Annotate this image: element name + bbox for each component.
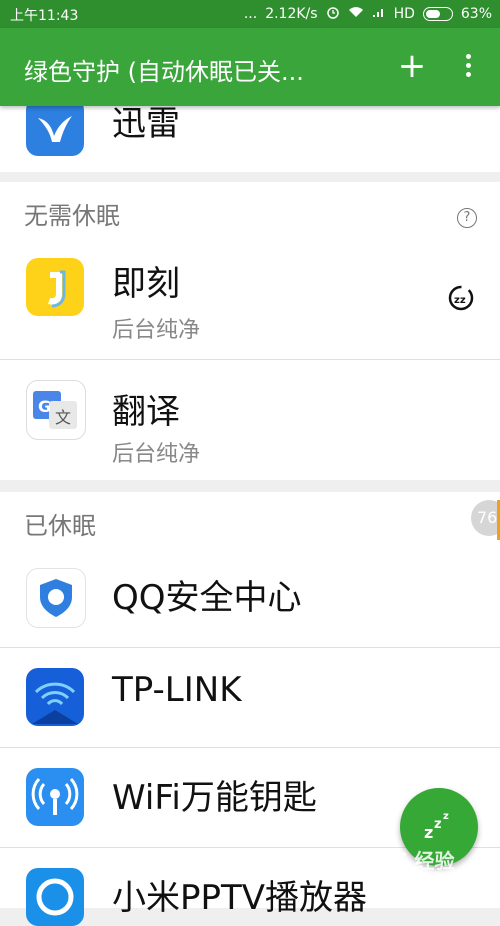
section-title-hibernated: 已休眠 <box>24 512 96 540</box>
app-name: 翻译 <box>112 392 180 432</box>
app-toolbar: 绿色守护 (自动休眠已关... + <box>0 28 500 106</box>
list-item[interactable]: QQ安全中心 <box>0 548 500 648</box>
wifi-icon <box>348 6 364 22</box>
wifi-key-icon <box>26 768 84 826</box>
status-dots: ... <box>243 6 258 22</box>
status-bar: 上午11:43 ... 2.12K/s HD 63% <box>0 0 500 28</box>
battery-icon <box>422 7 453 21</box>
svg-text:z: z <box>434 817 442 832</box>
section-title-no-sleep: 无需休眠 <box>24 202 120 230</box>
section-no-sleep: 无需休眠 ? 即刻 后台纯净 zz G文 翻译 后台纯净 <box>0 182 500 480</box>
list-item[interactable]: G文 翻译 后台纯净 <box>0 360 500 480</box>
network-speed: 2.12K/s <box>265 6 318 22</box>
list-item[interactable]: TP-LINK <box>0 648 500 748</box>
app-name: 即刻 <box>112 264 180 304</box>
svg-text:zz: zz <box>454 295 466 306</box>
app-status: 后台纯净 <box>112 318 201 343</box>
app-name: 小米PPTV播放器 <box>112 878 368 918</box>
app-name: WiFi万能钥匙 <box>112 778 317 818</box>
qq-security-icon <box>26 568 86 628</box>
battery-percent: 63% <box>460 6 492 22</box>
add-button[interactable]: + <box>396 48 428 84</box>
app-name: TP-LINK <box>112 670 242 710</box>
signal-icon <box>372 6 386 22</box>
watermark: Bai 经验 <box>372 849 455 873</box>
pptv-icon <box>26 868 84 926</box>
svg-text:文: 文 <box>55 408 71 427</box>
list-item[interactable]: 即刻 后台纯净 zz <box>0 238 500 360</box>
google-translate-icon: G文 <box>26 380 86 440</box>
tplink-icon <box>26 668 84 726</box>
app-name: QQ安全中心 <box>112 578 302 618</box>
more-options-icon[interactable] <box>456 50 480 84</box>
network-type: HD <box>393 6 415 22</box>
page-title: 绿色守护 (自动休眠已关... <box>24 58 304 86</box>
app-status: 后台纯净 <box>112 442 201 467</box>
xunlei-icon <box>26 98 84 156</box>
alarm-icon <box>326 5 340 23</box>
status-time: 上午11:43 <box>10 8 79 24</box>
jike-icon <box>26 258 84 316</box>
help-icon[interactable]: ? <box>457 208 477 228</box>
count-badge[interactable]: 76 <box>471 500 500 536</box>
svg-text:G: G <box>38 397 51 416</box>
top-card: 迅雷 <box>0 98 500 172</box>
hibernate-toggle-icon[interactable]: zz <box>447 284 475 316</box>
svg-text:z: z <box>443 811 449 822</box>
svg-text:z: z <box>424 823 433 842</box>
